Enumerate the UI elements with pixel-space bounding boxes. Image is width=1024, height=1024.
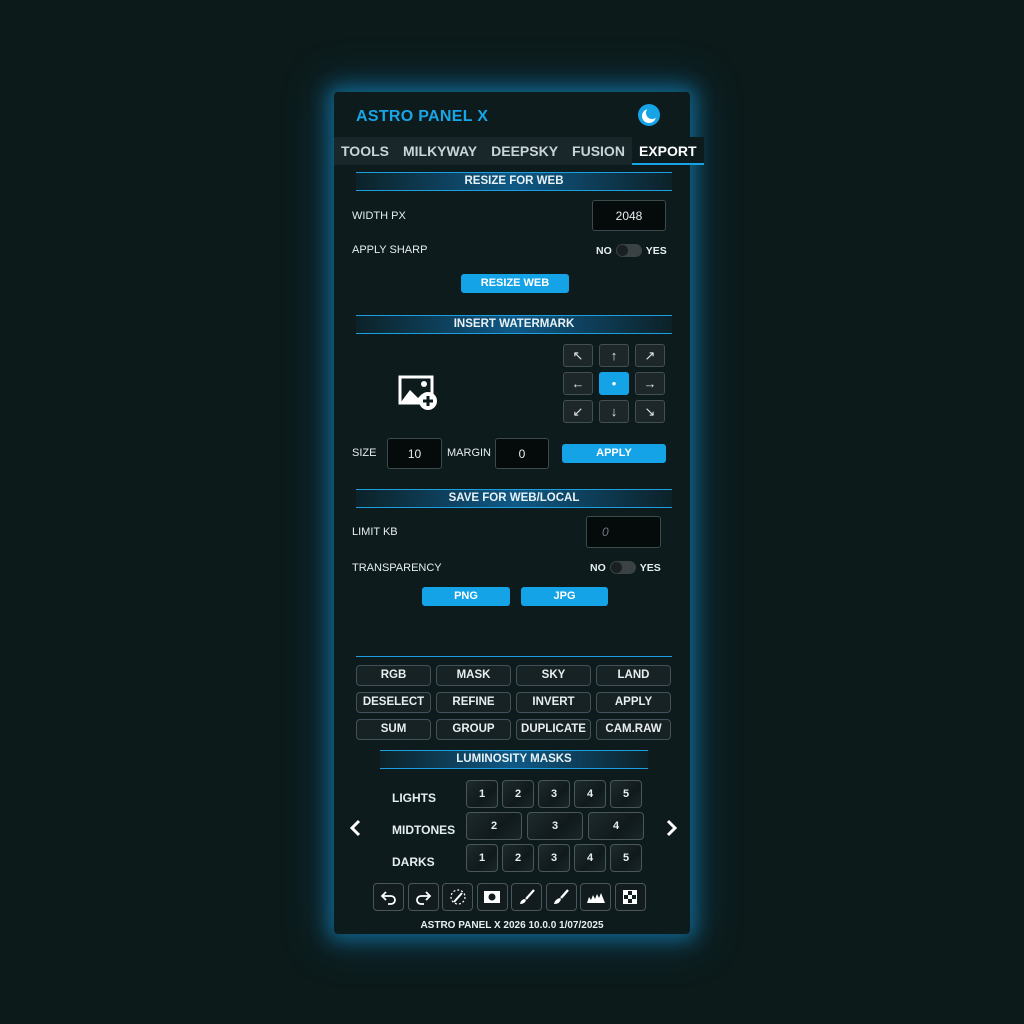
- darks-5-button[interactable]: 5: [610, 844, 642, 872]
- deselect-button[interactable]: DESELECT: [356, 692, 431, 713]
- save-png-button[interactable]: PNG: [422, 587, 510, 606]
- tab-export[interactable]: EXPORT: [631, 137, 704, 165]
- sum-button[interactable]: SUM: [356, 719, 431, 740]
- position-bottom-left-button[interactable]: ↙: [563, 400, 593, 423]
- tab-fusion[interactable]: FUSION: [565, 137, 632, 165]
- width-px-input[interactable]: 2048: [592, 200, 666, 231]
- save-jpg-button[interactable]: JPG: [521, 587, 608, 606]
- margin-input[interactable]: 0: [495, 438, 549, 469]
- position-center-button[interactable]: •: [599, 372, 629, 395]
- apply-sharp-toggle-group: NO YES: [596, 244, 667, 257]
- transparency-yes: YES: [639, 561, 661, 574]
- paint-brush-icon[interactable]: [545, 883, 577, 911]
- histogram-icon[interactable]: [580, 883, 611, 911]
- cam-raw-button[interactable]: CAM.RAW: [596, 719, 671, 740]
- watermark-section-heading: INSERT WATERMARK: [356, 315, 672, 334]
- apply-sharp-label: APPLY SHARP: [352, 244, 428, 256]
- astro-panel: ASTRO PANEL X TOOLS MILKYWAY DEEPSKY FUS…: [334, 92, 704, 934]
- checker-icon[interactable]: [614, 883, 646, 911]
- transparency-no: NO: [590, 561, 606, 574]
- darks-label: DARKS: [392, 855, 435, 869]
- add-image-icon[interactable]: [398, 374, 440, 412]
- lights-3-button[interactable]: 3: [538, 780, 570, 808]
- watermark-apply-button[interactable]: APPLY: [562, 444, 666, 463]
- section-divider: [356, 656, 672, 657]
- limit-kb-label: LIMIT KB: [352, 526, 398, 538]
- undo-icon[interactable]: [373, 883, 404, 911]
- mask-button[interactable]: MASK: [436, 665, 511, 686]
- app-logo-icon[interactable]: [637, 103, 661, 127]
- app-title: ASTRO PANEL X: [356, 108, 489, 125]
- save-section-heading: SAVE FOR WEB/LOCAL: [356, 489, 672, 508]
- position-top-left-button[interactable]: ↖: [563, 344, 593, 367]
- width-px-label: WIDTH PX: [352, 210, 406, 222]
- rgb-button[interactable]: RGB: [356, 665, 431, 686]
- apply-sharp-yes: YES: [645, 244, 667, 257]
- size-label: SIZE: [352, 447, 377, 459]
- bottom-toolbar: [373, 883, 646, 911]
- position-left-button[interactable]: ←: [563, 372, 593, 395]
- tab-bar: TOOLS MILKYWAY DEEPSKY FUSION EXPORT: [334, 137, 704, 165]
- tab-tools[interactable]: TOOLS: [334, 137, 396, 165]
- luminosity-section-heading: LUMINOSITY MASKS: [380, 750, 648, 769]
- group-button[interactable]: GROUP: [436, 719, 511, 740]
- darks-2-button[interactable]: 2: [502, 844, 534, 872]
- sky-button[interactable]: SKY: [516, 665, 591, 686]
- land-button[interactable]: LAND: [596, 665, 671, 686]
- midtones-3-button[interactable]: 3: [527, 812, 583, 840]
- limit-kb-input[interactable]: 0: [586, 516, 661, 548]
- lights-5-button[interactable]: 5: [610, 780, 642, 808]
- darks-1-button[interactable]: 1: [466, 844, 498, 872]
- lights-4-button[interactable]: 4: [574, 780, 606, 808]
- layer-mask-icon[interactable]: [476, 883, 508, 911]
- refine-button[interactable]: REFINE: [436, 692, 511, 713]
- watermark-position-grid: ↖ ↑ ↗ ← • → ↙ ↓ ↘: [563, 344, 665, 423]
- midtones-4-button[interactable]: 4: [588, 812, 644, 840]
- tab-milkyway[interactable]: MILKYWAY: [396, 137, 484, 165]
- position-bottom-right-button[interactable]: ↘: [635, 400, 665, 423]
- midtones-2-button[interactable]: 2: [466, 812, 522, 840]
- darks-row: 1 2 3 4 5: [466, 844, 642, 872]
- size-input[interactable]: 10: [387, 438, 442, 469]
- magic-brush-icon[interactable]: [442, 883, 473, 911]
- invert-button[interactable]: INVERT: [516, 692, 591, 713]
- apply-sharp-switch[interactable]: [615, 244, 642, 257]
- brush-icon[interactable]: [511, 883, 542, 911]
- midtones-row: 2 3 4: [466, 812, 644, 840]
- darks-3-button[interactable]: 3: [538, 844, 570, 872]
- lights-label: LIGHTS: [392, 791, 436, 805]
- lights-2-button[interactable]: 2: [502, 780, 534, 808]
- resize-web-button[interactable]: RESIZE WEB: [461, 274, 569, 293]
- redo-icon[interactable]: [407, 883, 439, 911]
- position-top-button[interactable]: ↑: [599, 344, 629, 367]
- tab-deepsky[interactable]: DEEPSKY: [484, 137, 565, 165]
- position-right-button[interactable]: →: [635, 372, 665, 395]
- chevron-right-icon[interactable]: [665, 818, 679, 838]
- mask-tools-grid: RGB MASK SKY LAND DESELECT REFINE INVERT…: [356, 665, 672, 740]
- transparency-label: TRANSPARENCY: [352, 562, 442, 574]
- darks-4-button[interactable]: 4: [574, 844, 606, 872]
- lights-1-button[interactable]: 1: [466, 780, 498, 808]
- chevron-left-icon[interactable]: [348, 818, 362, 838]
- apply-sharp-no: NO: [596, 244, 612, 257]
- position-top-right-button[interactable]: ↗: [635, 344, 665, 367]
- transparency-toggle-group: NO YES: [590, 561, 661, 574]
- resize-section-heading: RESIZE FOR WEB: [356, 172, 672, 191]
- margin-label: MARGIN: [447, 447, 491, 459]
- position-bottom-button[interactable]: ↓: [599, 400, 629, 423]
- duplicate-button[interactable]: DUPLICATE: [516, 719, 591, 740]
- midtones-label: MIDTONES: [392, 823, 456, 837]
- apply-button[interactable]: APPLY: [596, 692, 671, 713]
- version-footer: ASTRO PANEL X 2026 10.0.0 1/07/2025: [420, 920, 604, 931]
- transparency-switch[interactable]: [609, 561, 636, 574]
- lights-row: 1 2 3 4 5: [466, 780, 642, 808]
